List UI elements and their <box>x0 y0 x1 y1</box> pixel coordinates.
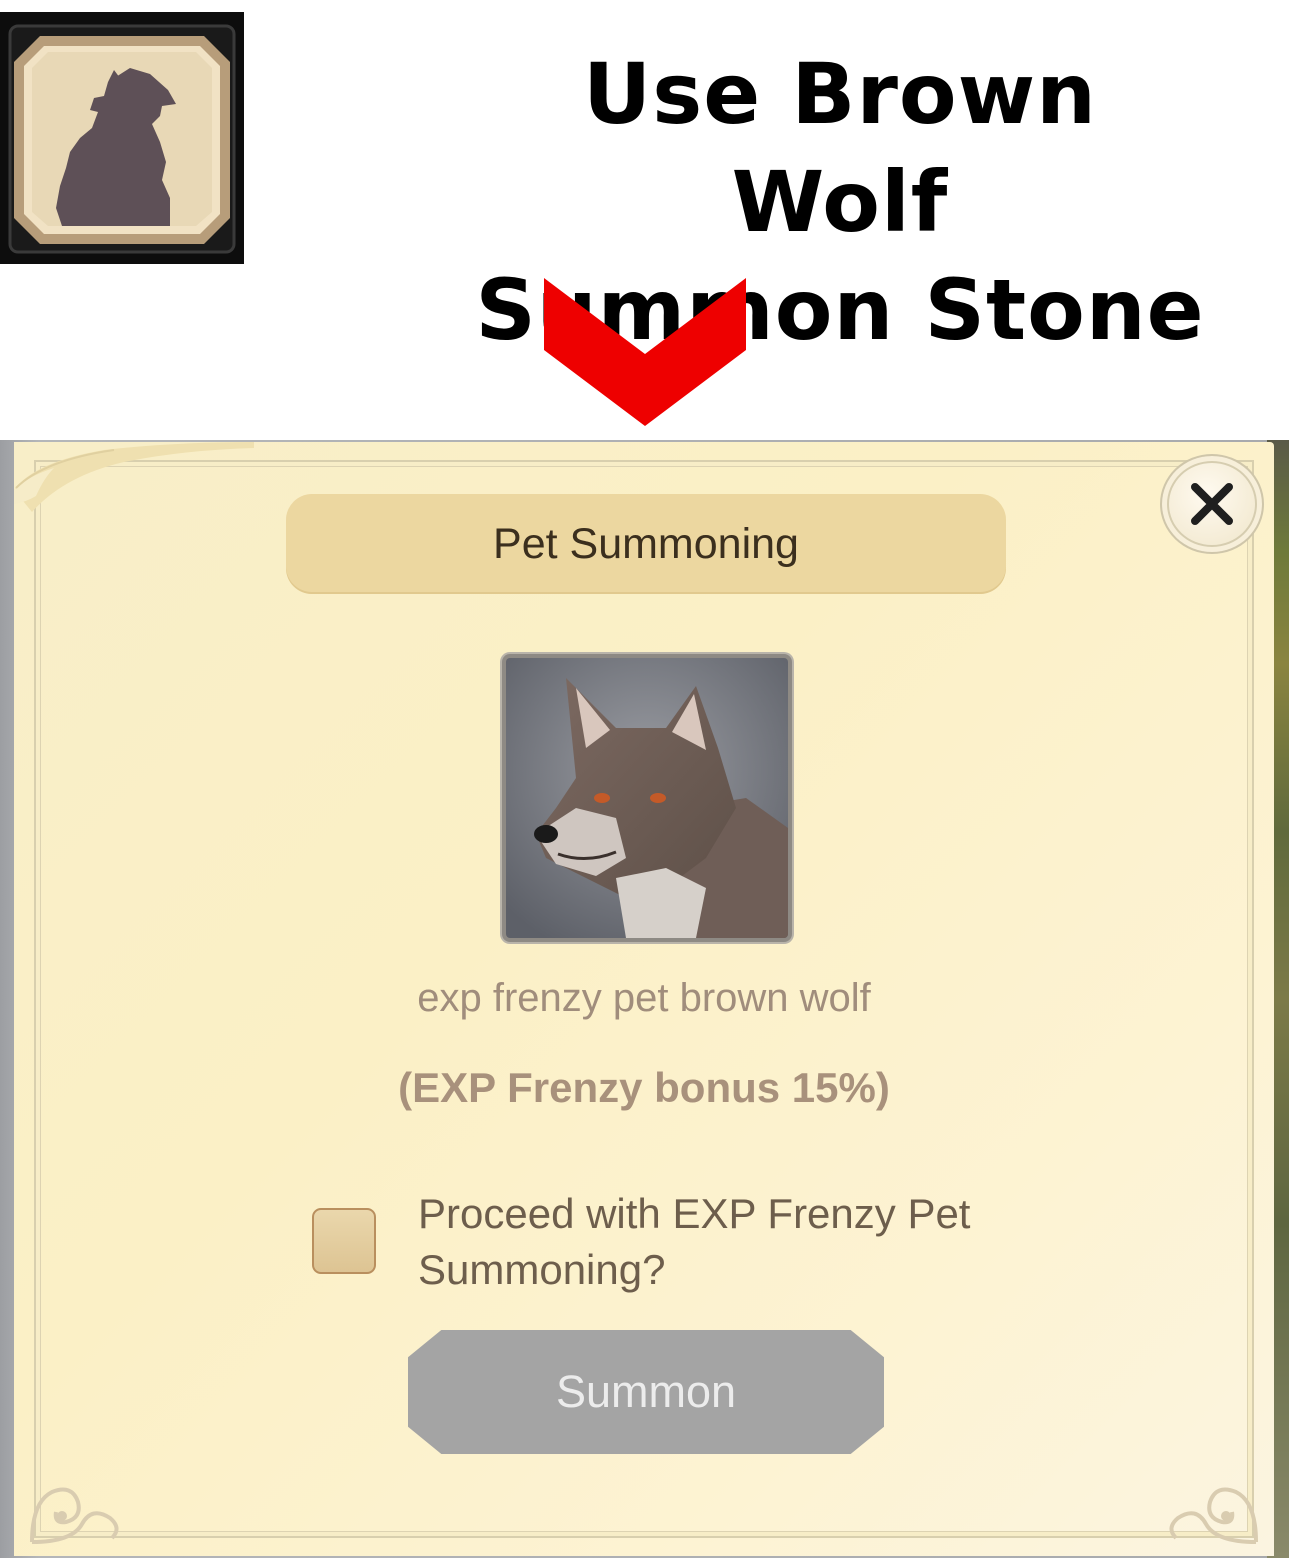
brown-wolf-portrait <box>506 658 788 938</box>
instruction-line-1: Use Brown Wolf <box>583 45 1097 251</box>
confirm-checkbox[interactable] <box>312 1208 376 1274</box>
pet-summoning-dialog: Pet Summoning exp frenzy pet brown wolf … <box>14 442 1274 1556</box>
dialog-title: Pet Summoning <box>493 519 799 568</box>
pet-name: exp frenzy pet brown wolf <box>417 976 871 1020</box>
summon-button-label: Summon <box>555 1366 737 1417</box>
exp-bonus-text: (EXP Frenzy bonus 15%) <box>398 1064 890 1111</box>
pet-portrait <box>502 654 792 942</box>
summon-button[interactable]: Summon <box>408 1330 884 1454</box>
page-curl-decoration <box>14 442 254 512</box>
down-arrow-icon <box>544 278 746 426</box>
confirm-label-line-1: Proceed with EXP Frenzy Pet <box>418 1190 971 1237</box>
howling-wolf-icon <box>8 24 236 254</box>
corner-ornament-icon <box>30 1487 119 1544</box>
close-button[interactable] <box>1160 454 1264 554</box>
guide-image: Use Brown Wolf Summon Stone Pet Summonin… <box>0 0 1289 1558</box>
dialog-title-bar: Pet Summoning <box>286 494 1006 594</box>
close-icon <box>1191 483 1233 525</box>
confirm-label: Proceed with EXP Frenzy Pet Summoning? <box>418 1186 1058 1298</box>
corner-ornament-icon <box>1169 1487 1258 1544</box>
confirm-label-line-2: Summoning? <box>418 1246 666 1293</box>
summon-stone-item[interactable] <box>0 12 244 264</box>
